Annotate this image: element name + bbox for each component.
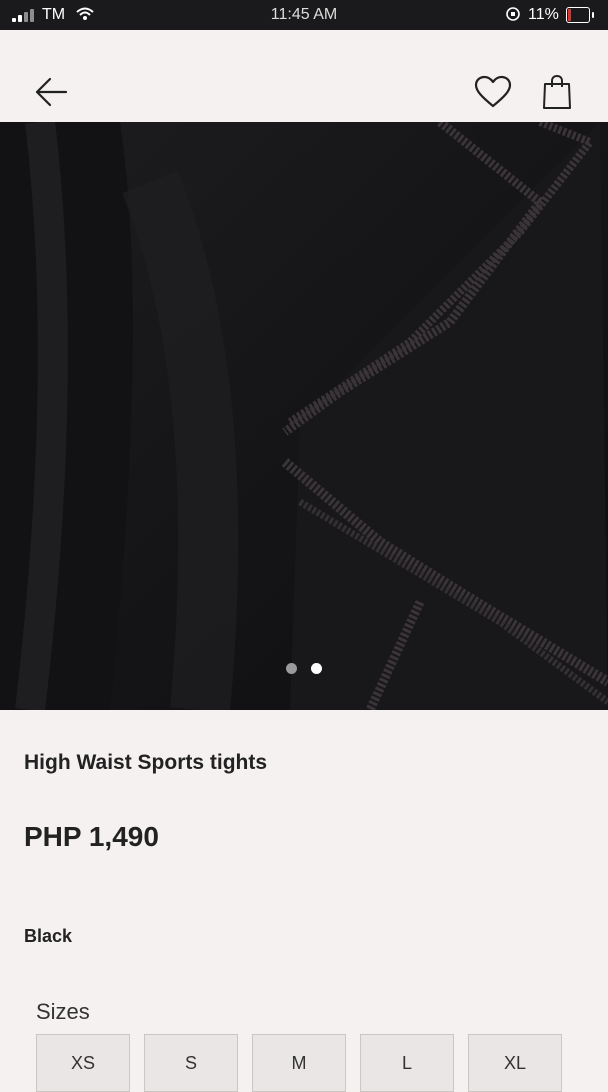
product-color: Black — [24, 926, 73, 946]
size-option-xs[interactable]: XS — [36, 1034, 130, 1092]
battery-percent: 11% — [528, 6, 559, 23]
back-button[interactable] — [28, 74, 74, 110]
size-option-xl[interactable]: XL — [468, 1034, 562, 1092]
orientation-lock-icon — [505, 6, 521, 27]
product-photo — [0, 122, 608, 710]
status-bar: TM 11:45 AM 11% — [0, 0, 608, 30]
size-option-m[interactable]: M — [252, 1034, 346, 1092]
product-name: High Waist Sports tights — [24, 751, 268, 774]
battery-icon — [566, 7, 594, 23]
size-option-l[interactable]: L — [360, 1034, 454, 1092]
top-header — [0, 30, 608, 122]
shopping-bag-icon — [543, 74, 571, 109]
size-selector: XS S M L XL — [36, 1034, 562, 1092]
carousel-indicator — [0, 663, 608, 674]
size-option-s[interactable]: S — [144, 1034, 238, 1092]
product-price: PHP 1,490 — [24, 821, 159, 852]
carousel-dot-1[interactable] — [286, 663, 297, 674]
arrow-left-icon — [35, 77, 68, 107]
heart-icon — [474, 75, 512, 108]
sizes-label: Sizes — [36, 999, 90, 1024]
product-image[interactable] — [0, 122, 608, 710]
shopping-bag-button[interactable] — [536, 70, 578, 114]
wishlist-button[interactable] — [470, 70, 516, 114]
carousel-dot-2[interactable] — [311, 663, 322, 674]
